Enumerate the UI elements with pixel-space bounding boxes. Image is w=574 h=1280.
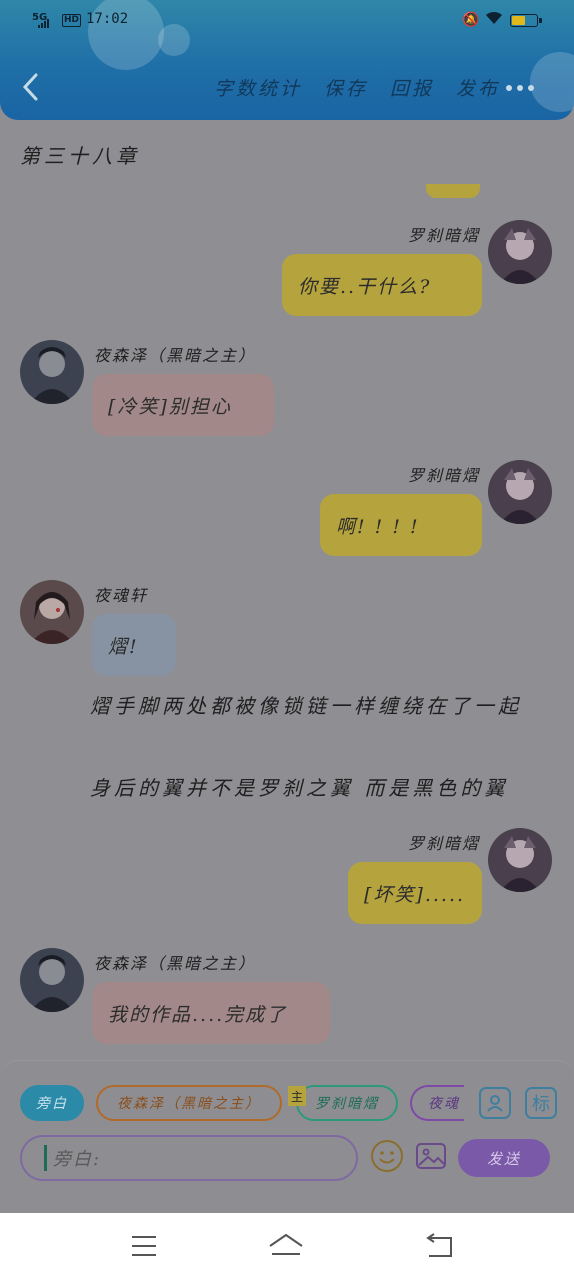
message-sender: 夜魂轩 (94, 586, 149, 605)
avatar-luosha[interactable] (488, 828, 552, 892)
emoji-button[interactable] (370, 1139, 404, 1173)
message-sender: 罗刹暗熠 (407, 466, 480, 485)
input-placeholder: 旁白: (53, 1149, 102, 1170)
avatar-yesenze[interactable] (20, 948, 84, 1012)
report-button[interactable]: 回报 (390, 74, 434, 101)
role-chip-luosha[interactable]: 罗刹暗熠 (296, 1085, 398, 1121)
message-bubble[interactable]: 我的作品....完成了 (92, 982, 330, 1044)
home-button[interactable] (266, 1231, 306, 1261)
status-bar: 5G HD 17:02 🔕 (0, 0, 574, 40)
message-bubble[interactable]: [冷笑]别担心 (92, 374, 274, 436)
hd-badge: HD (62, 14, 82, 27)
menu-button[interactable] (124, 1231, 164, 1261)
character-button[interactable] (479, 1087, 511, 1119)
role-chip-narration[interactable]: 旁白 (20, 1085, 84, 1121)
menu-icon (132, 1236, 156, 1256)
role-chip-yesenze[interactable]: 夜森泽（黑暗之主） (96, 1085, 282, 1121)
send-button[interactable]: 发送 (458, 1139, 550, 1177)
home-icon (269, 1233, 303, 1255)
signal-icon (38, 19, 49, 28)
message-bubble[interactable]: [坏笑]..... (348, 862, 482, 924)
message-sender: 夜森泽（黑暗之主） (94, 346, 257, 365)
emoji-icon (371, 1140, 403, 1172)
back-button[interactable] (14, 70, 48, 104)
return-icon (426, 1233, 452, 1257)
system-navigation-bar (0, 1213, 574, 1280)
toolbar-actions: 字数统计 保存 回报 发布 (214, 74, 500, 101)
character-icon (487, 1095, 503, 1112)
partial-message-bubble (426, 184, 480, 198)
more-icon[interactable] (502, 76, 538, 100)
avatar-yehunxuan[interactable] (20, 580, 84, 644)
message-sender: 罗刹暗熠 (407, 834, 480, 853)
return-button[interactable] (418, 1231, 458, 1261)
narration-paragraph: 熠手脚两处都被像锁链一样缠绕在了一起 (90, 694, 522, 718)
narration-paragraph: 身后的翼并不是罗刹之翼 而是黑色的翼 (90, 776, 509, 800)
avatar-luosha[interactable] (488, 220, 552, 284)
image-button[interactable] (414, 1139, 448, 1173)
image-icon (416, 1143, 446, 1169)
wifi-icon (484, 10, 504, 30)
battery-level (512, 16, 525, 25)
back-icon (22, 73, 38, 101)
tag-icon: 标 (532, 1094, 550, 1115)
message-input[interactable]: 旁白: (20, 1135, 358, 1181)
message-bubble[interactable]: 啊! ! ! ! (320, 494, 482, 556)
header: 5G HD 17:02 🔕 字数统计 保存 回报 发布 (0, 0, 574, 120)
message-bubble[interactable]: 你要..干什么? (282, 254, 482, 316)
compose-panel: 旁白 夜森泽（黑暗之主） 罗刹暗熠 夜魂 标 旁白: 发送 (0, 1060, 574, 1214)
message-sender: 罗刹暗熠 (407, 226, 480, 245)
avatar-yesenze[interactable] (20, 340, 84, 404)
avatar-luosha[interactable] (488, 460, 552, 524)
chapter-title: 第三十八章 (20, 144, 140, 168)
toolbar: 字数统计 保存 回报 发布 (0, 60, 574, 116)
save-button[interactable]: 保存 (324, 74, 368, 101)
master-badge: 主 (288, 1086, 306, 1106)
battery-icon (510, 14, 542, 27)
tag-button[interactable]: 标 (525, 1087, 557, 1119)
text-cursor (44, 1145, 47, 1171)
role-chip-yehun[interactable]: 夜魂 (410, 1085, 464, 1121)
message-sender: 夜森泽（黑暗之主） (94, 954, 257, 973)
word-count-button[interactable]: 字数统计 (214, 74, 302, 101)
clock: 17:02 (86, 11, 129, 27)
publish-button[interactable]: 发布 (456, 74, 500, 101)
mute-icon: 🔕 (462, 12, 480, 28)
message-bubble[interactable]: 熠! (92, 614, 176, 676)
